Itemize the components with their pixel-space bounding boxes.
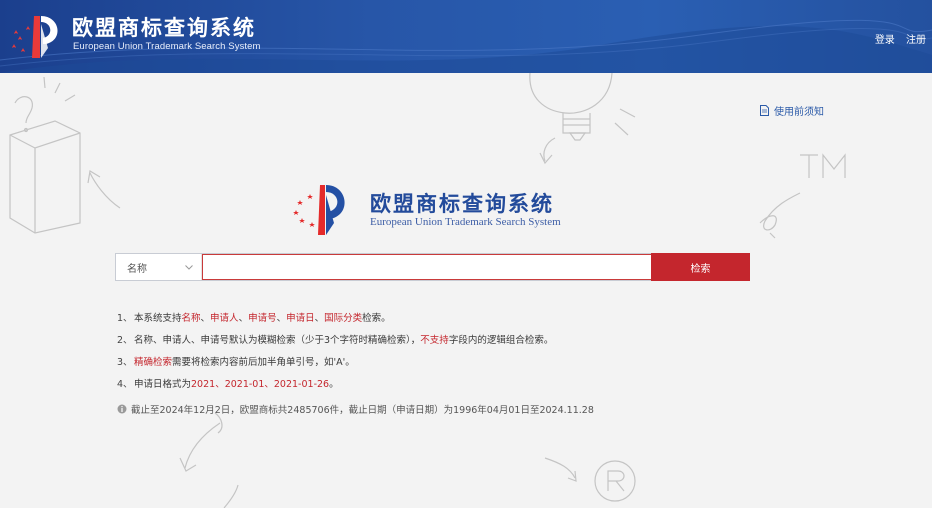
register-link[interactable]: 注册 bbox=[906, 35, 926, 46]
note-highlight: 2021、2021-01、2021-01-26 bbox=[191, 379, 330, 390]
search-bar: 名称 检索 bbox=[115, 253, 750, 281]
note-number: 2、 bbox=[117, 335, 133, 346]
search-field-selected: 名称 bbox=[127, 263, 147, 275]
chevron-down-icon bbox=[185, 264, 193, 270]
note-number: 3、 bbox=[117, 357, 133, 368]
note-highlight: 名称 bbox=[181, 313, 201, 324]
note-number: 1、 bbox=[117, 313, 133, 324]
statistics-text: 截止至2024年12月2日，欧盟商标共2485706件，截止日期（申请日期）为1… bbox=[131, 405, 594, 416]
note-highlight: 国际分类 bbox=[324, 313, 363, 324]
note-text: 、 bbox=[276, 313, 287, 324]
header-subtitle: European Union Trademark Search System bbox=[73, 41, 261, 52]
usage-notice-link[interactable]: 使用前须知 bbox=[760, 103, 824, 118]
document-icon bbox=[760, 105, 769, 116]
top-header: 欧盟商标查询系统 European Union Trademark Search… bbox=[0, 0, 932, 73]
note-text: 检索。 bbox=[362, 313, 391, 324]
note-text: 需要将检索内容前后加半角单引号，如'A'。 bbox=[172, 357, 355, 368]
header-links: 登录 注册 bbox=[867, 31, 926, 46]
header-logo-icon bbox=[12, 16, 58, 58]
login-link[interactable]: 登录 bbox=[875, 35, 895, 46]
usage-notice-label: 使用前须知 bbox=[774, 107, 824, 118]
background-sketch-decoration bbox=[9, 73, 846, 508]
note-text: 。 bbox=[329, 379, 339, 390]
search-notes: 1、本系统支持名称、申请人、申请号、申请日、国际分类检索。 2、名称、申请人、申请… bbox=[117, 312, 553, 400]
search-input[interactable] bbox=[202, 254, 651, 280]
note-item: 4、申请日格式为2021、2021-01、2021-01-26。 bbox=[117, 378, 553, 400]
note-item: 1、本系统支持名称、申请人、申请号、申请日、国际分类检索。 bbox=[117, 312, 553, 334]
search-field-select[interactable]: 名称 bbox=[116, 254, 202, 280]
note-text: 、 bbox=[238, 313, 249, 324]
note-item: 3、精确检索需要将检索内容前后加半角单引号，如'A'。 bbox=[117, 356, 553, 378]
note-number: 4、 bbox=[117, 379, 133, 390]
note-text: 名称、申请人、申请号默认为模糊检索（少于3个字符时精确检索）， bbox=[134, 335, 421, 346]
note-highlight: 申请人 bbox=[210, 313, 239, 324]
note-highlight: 申请日 bbox=[286, 313, 315, 324]
center-logo-icon bbox=[293, 185, 345, 235]
note-highlight: 精确检索 bbox=[134, 357, 173, 368]
note-item: 2、名称、申请人、申请号默认为模糊检索（少于3个字符时精确检索），不支持字段内的… bbox=[117, 334, 553, 356]
search-button[interactable]: 检索 bbox=[651, 253, 750, 281]
note-text: 、 bbox=[200, 313, 211, 324]
note-text: 申请日格式为 bbox=[134, 379, 192, 390]
header-title: 欧盟商标查询系统 bbox=[72, 16, 256, 40]
note-text: 、 bbox=[314, 313, 325, 324]
note-highlight: 不支持 bbox=[420, 335, 449, 346]
note-text: 本系统支持 bbox=[134, 313, 182, 324]
note-highlight: 申请号 bbox=[248, 313, 277, 324]
center-title: 欧盟商标查询系统 bbox=[370, 192, 554, 216]
statistics-line: 截止至2024年12月2日，欧盟商标共2485706件，截止日期（申请日期）为1… bbox=[117, 402, 594, 416]
info-icon bbox=[117, 404, 127, 414]
center-subtitle: European Union Trademark Search System bbox=[370, 216, 561, 228]
note-text: 字段内的逻辑组合检索。 bbox=[448, 335, 554, 346]
